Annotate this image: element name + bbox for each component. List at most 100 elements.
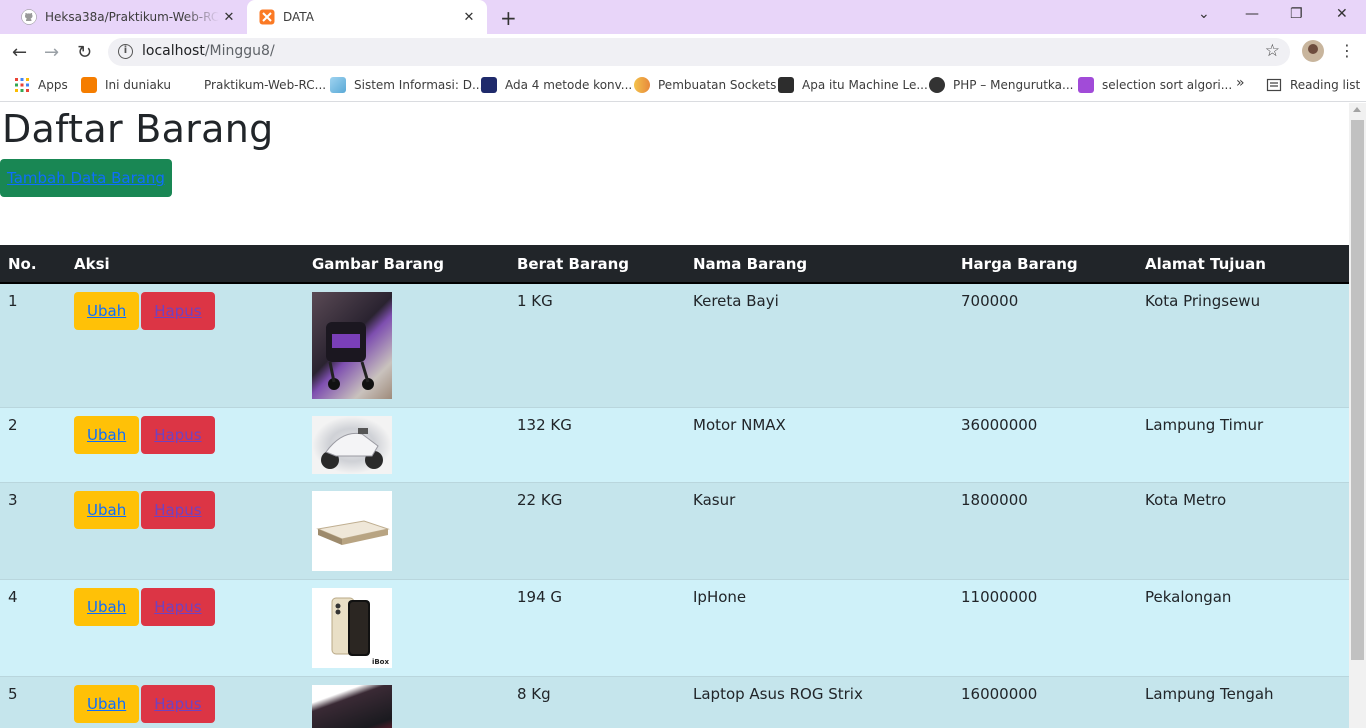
edit-link[interactable]: Ubah — [87, 426, 126, 444]
edit-button[interactable]: Ubah — [74, 685, 140, 723]
bookmark-apps[interactable]: Apps — [14, 77, 68, 93]
edit-button[interactable]: Ubah — [74, 491, 140, 529]
site-icon — [1078, 77, 1094, 93]
bookmark-ada-4-metode[interactable]: Ada 4 metode konv... — [481, 77, 632, 93]
bookmark-praktikum[interactable]: Praktikum-Web-RC... — [180, 77, 326, 93]
cell-alamat: Lampung Tengah — [1137, 676, 1349, 728]
add-item-link[interactable]: Tambah Data Barang — [7, 169, 165, 187]
cell-berat: 194 G — [509, 579, 685, 677]
column-header-berat: Berat Barang — [509, 245, 685, 284]
bookmark-star-icon[interactable]: ☆ — [1265, 41, 1280, 61]
cell-no: 5 — [0, 676, 66, 728]
delete-link[interactable]: Hapus — [154, 695, 201, 713]
scroll-up-icon[interactable] — [1353, 107, 1361, 112]
table-row: 3 Ubah Hapus 22 KG Kasur 1800000 Kota Met… — [0, 482, 1349, 580]
table-row: 4 Ubah Hapus iBox 194 G IpHone 11000000 P… — [0, 579, 1349, 677]
tab-search-chevron-icon[interactable]: ⌄ — [1198, 6, 1210, 22]
delete-button[interactable]: Hapus — [141, 416, 215, 454]
column-header-nama: Nama Barang — [685, 245, 953, 284]
blank-page-icon — [180, 77, 196, 93]
delete-button[interactable]: Hapus — [141, 588, 215, 626]
delete-button[interactable]: Hapus — [141, 491, 215, 529]
cell-berat: 8 Kg — [509, 676, 685, 728]
back-arrow-icon[interactable]: ← — [12, 42, 27, 63]
globe-icon — [929, 77, 945, 93]
cell-alamat: Pekalongan — [1137, 579, 1349, 677]
tab-github[interactable]: Heksa38a/Praktikum-Web-RC at ✕ — [0, 0, 247, 34]
profile-avatar[interactable] — [1302, 40, 1324, 62]
edit-link[interactable]: Ubah — [87, 695, 126, 713]
scrollbar-thumb[interactable] — [1351, 120, 1364, 660]
edit-link[interactable]: Ubah — [87, 501, 126, 519]
close-window-icon[interactable]: ✕ — [1336, 6, 1348, 22]
cell-nama: Laptop Asus ROG Strix — [685, 676, 953, 728]
bookmark-sistem-informasi[interactable]: Sistem Informasi: D... — [330, 77, 483, 93]
column-header-gambar: Gambar Barang — [304, 245, 509, 284]
close-tab-icon[interactable]: ✕ — [219, 10, 239, 25]
table-row: 1 Ubah Hapus 1 KG Kereta Bayi 700000 Kota… — [0, 282, 1349, 408]
bookmark-machine-learning[interactable]: Apa itu Machine Le... — [778, 77, 928, 93]
bookmark-label: Ini duniaku — [105, 78, 171, 92]
cell-harga: 16000000 — [953, 676, 1137, 728]
bookmark-pembuatan-sockets[interactable]: Pembuatan Sockets — [634, 77, 776, 93]
column-header-aksi: Aksi — [66, 245, 304, 284]
reading-list-button[interactable]: Reading list — [1266, 77, 1360, 93]
delete-button[interactable]: Hapus — [141, 685, 215, 723]
reading-list-label: Reading list — [1290, 78, 1361, 92]
delete-link[interactable]: Hapus — [154, 426, 201, 444]
bookmark-ini-duniaku[interactable]: Ini duniaku — [81, 77, 171, 93]
edit-link[interactable]: Ubah — [87, 598, 126, 616]
cell-image: iBox — [304, 579, 509, 677]
cell-image — [304, 482, 509, 580]
edit-button[interactable]: Ubah — [74, 416, 140, 454]
delete-link[interactable]: Hapus — [154, 598, 201, 616]
site-icon — [778, 77, 794, 93]
minimize-icon[interactable]: — — [1245, 6, 1259, 22]
delete-button[interactable]: Hapus — [141, 292, 215, 330]
items-table: No. Aksi Gambar Barang Berat Barang Nama… — [0, 245, 1349, 728]
address-bar[interactable]: i localhost/Minggu8/ ☆ — [108, 38, 1290, 66]
cell-nama: Motor NMAX — [685, 407, 953, 483]
cell-nama: Kasur — [685, 482, 953, 580]
cell-nama: IpHone — [685, 579, 953, 677]
site-icon — [634, 77, 650, 93]
vertical-scrollbar[interactable] — [1349, 103, 1366, 728]
bookmarks-bar: Apps Ini duniaku Praktikum-Web-RC... Sis… — [0, 70, 1366, 102]
delete-link[interactable]: Hapus — [154, 302, 201, 320]
column-header-harga: Harga Barang — [953, 245, 1137, 284]
cell-harga: 11000000 — [953, 579, 1137, 677]
add-item-button[interactable]: Tambah Data Barang — [0, 159, 172, 197]
reload-icon[interactable]: ↻ — [77, 42, 92, 63]
edit-button[interactable]: Ubah — [74, 292, 140, 330]
tab-title: DATA — [283, 10, 314, 24]
url-host: localhost — [142, 43, 205, 59]
bookmark-label: Praktikum-Web-RC... — [204, 78, 327, 92]
tab-data[interactable]: DATA ✕ — [247, 0, 487, 34]
edit-link[interactable]: Ubah — [87, 302, 126, 320]
tab-strip: Heksa38a/Praktikum-Web-RC at ✕ DATA ✕ + … — [0, 0, 1366, 34]
cell-harga: 700000 — [953, 282, 1137, 408]
cell-berat: 1 KG — [509, 282, 685, 408]
page-viewport: Daftar Barang Tambah Data Barang No. Aks… — [0, 103, 1349, 728]
cell-actions: Ubah Hapus — [66, 579, 304, 677]
bookmark-php[interactable]: PHP – Mengurutka... — [929, 77, 1073, 93]
url-text: localhost/Minggu8/ — [142, 43, 275, 59]
mattress-image — [312, 491, 392, 571]
edit-button[interactable]: Ubah — [74, 588, 140, 626]
table-header-row: No. Aksi Gambar Barang Berat Barang Nama… — [0, 245, 1349, 284]
menu-dots-icon[interactable]: ⋮ — [1339, 41, 1355, 60]
column-header-alamat: Alamat Tujuan — [1137, 245, 1349, 284]
apps-grid-icon — [15, 78, 29, 92]
restore-icon[interactable]: ❐ — [1290, 6, 1303, 22]
bookmarks-overflow-icon[interactable]: » — [1236, 75, 1245, 91]
info-icon[interactable]: i — [118, 44, 133, 59]
cell-no: 3 — [0, 482, 66, 580]
close-tab-icon[interactable]: ✕ — [459, 10, 479, 25]
delete-link[interactable]: Hapus — [154, 501, 201, 519]
new-tab-icon[interactable]: + — [500, 6, 517, 30]
forward-arrow-icon[interactable]: → — [44, 42, 59, 63]
bookmark-selection-sort[interactable]: selection sort algori... — [1078, 77, 1232, 93]
xampp-icon — [259, 9, 275, 25]
reading-list-icon — [1266, 78, 1282, 92]
cell-alamat: Lampung Timur — [1137, 407, 1349, 483]
